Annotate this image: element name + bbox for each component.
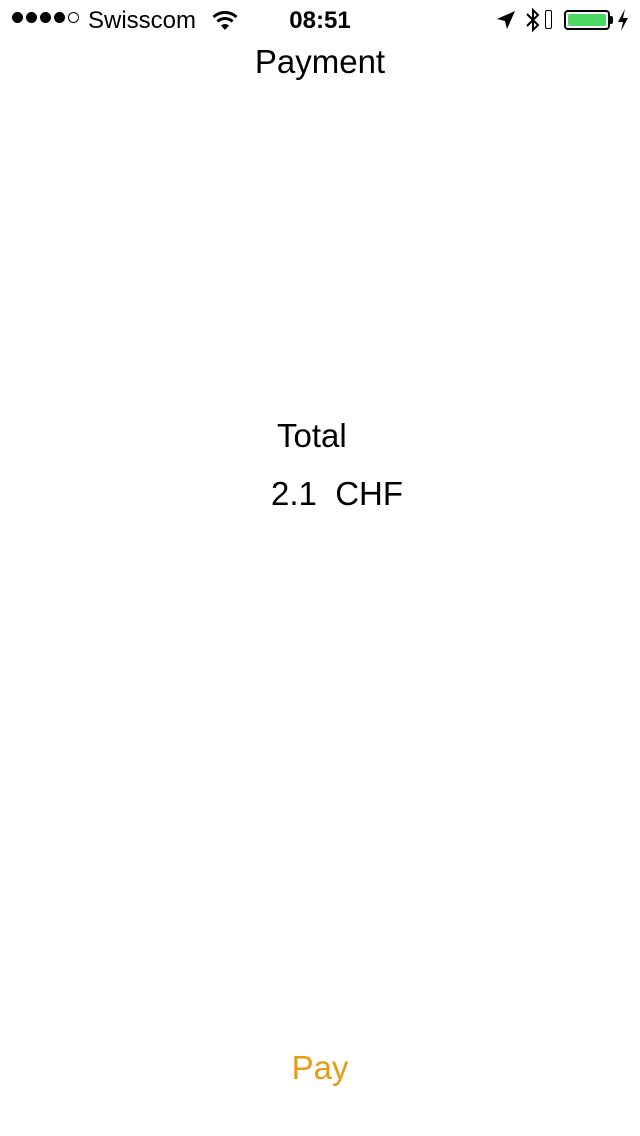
- battery-tip: [610, 16, 613, 24]
- page-title: Payment: [254, 43, 386, 80]
- status-bar: Swisscom 08:51: [0, 0, 640, 40]
- location-icon: [497, 11, 515, 29]
- total-label: Total: [277, 417, 347, 454]
- battery-level: [568, 14, 606, 26]
- amount-value: 2.1: [271, 475, 317, 512]
- currency-code: CHF: [335, 475, 404, 512]
- bluetooth-battery-icon: [545, 10, 552, 29]
- total-amount: 2.1 CHF: [271, 472, 403, 516]
- charging-icon: [618, 9, 628, 31]
- bluetooth-icon: [526, 8, 540, 32]
- payment-screen: Swisscom 08:51 Payment Total 2.1 CHF Pay: [0, 0, 640, 1136]
- status-time: 08:51: [289, 7, 351, 34]
- battery-icon: [564, 10, 610, 30]
- pay-button[interactable]: Pay: [270, 1044, 370, 1092]
